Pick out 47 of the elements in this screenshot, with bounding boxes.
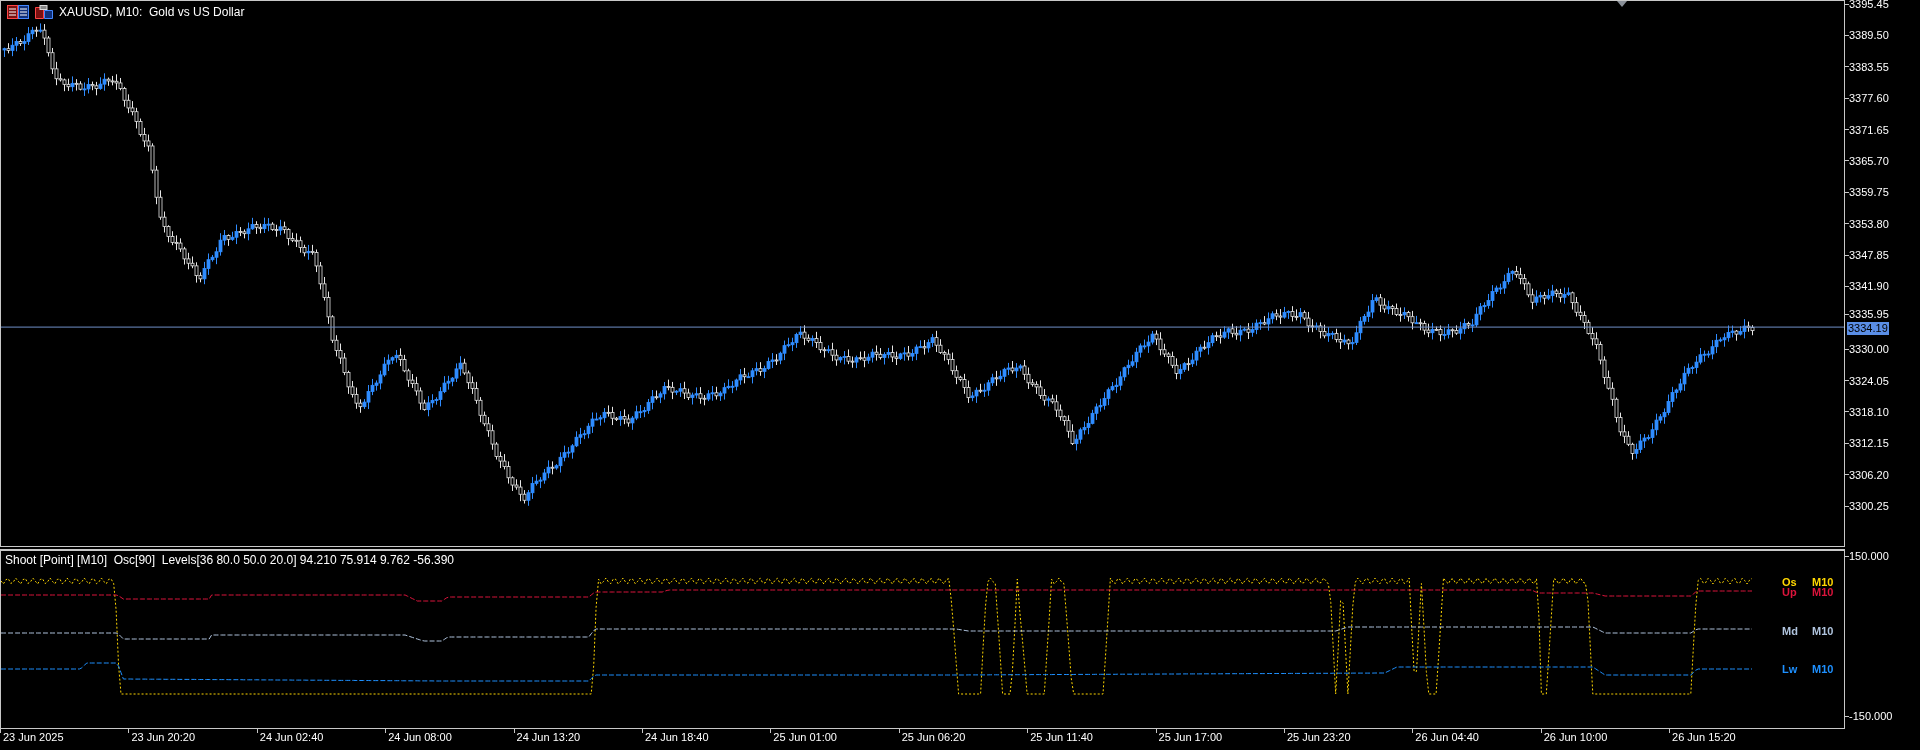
time-label: 23 Jun 20:20: [131, 731, 195, 743]
time-label: 25 Jun 23:20: [1286, 731, 1351, 743]
indicator-axis-label: -150.000: [1849, 710, 1893, 722]
legend-timeframe: M10: [1812, 587, 1834, 598]
price-label: 3347.85: [1849, 249, 1889, 261]
price-label: 3389.50: [1849, 29, 1889, 42]
price-label: 3335.95: [1849, 308, 1889, 321]
time-label: 25 Jun 01:00: [773, 731, 837, 743]
price-label: 3383.55: [1849, 60, 1889, 73]
time-label: 24 Jun 02:40: [259, 731, 324, 743]
price-label: 3353.80: [1849, 217, 1889, 230]
price-label: 3324.05: [1849, 374, 1889, 387]
time-label: 24 Jun 08:00: [388, 731, 452, 743]
sell-buy-icon[interactable]: [7, 5, 29, 19]
time-label: 25 Jun 11:40: [1030, 731, 1093, 743]
legend-label: Lw: [1782, 664, 1799, 675]
legend-timeframe: M10: [1812, 577, 1834, 588]
price-label: 3377.60: [1849, 92, 1889, 105]
time-label: 24 Jun 13:20: [516, 731, 581, 743]
price-label: 3318.10: [1849, 405, 1889, 418]
time-label: 26 Jun 04:40: [1415, 731, 1479, 743]
price-label: 3330.00: [1849, 343, 1889, 356]
price-label: 3300.25: [1849, 500, 1889, 512]
time-label: 23 Jun 2025: [3, 731, 64, 743]
time-label: 25 Jun 17:00: [1158, 731, 1223, 743]
price-label: 3365.70: [1849, 154, 1889, 167]
time-label: 26 Jun 15:20: [1672, 731, 1736, 743]
time-label: 26 Jun 10:00: [1543, 731, 1608, 743]
legend-label: Os: [1782, 577, 1798, 588]
time-label: 24 Jun 18:40: [644, 731, 709, 743]
price-label: 3341.90: [1849, 280, 1889, 293]
depth-icon[interactable]: [35, 5, 53, 19]
legend-label: Md: [1782, 626, 1799, 637]
indicator-axis-label: 150.000: [1849, 550, 1889, 562]
legend-timeframe: M10: [1812, 664, 1834, 675]
price-label: 3306.20: [1849, 468, 1889, 481]
price-label: 3359.75: [1849, 186, 1889, 199]
price-label: 3395.45: [1849, 0, 1889, 10]
chart-title: XAUUSD, M10: Gold vs US Dollar: [59, 6, 245, 18]
legend-label: Up: [1782, 587, 1798, 598]
indicator-title: Shoot [Point] [M10] Osc[90] Levels[36 80.0 50.0 20.0] 94.210 75.914 9.762 -56.390: [5, 554, 454, 566]
price-label: 3312.15: [1849, 437, 1889, 450]
time-label: 25 Jun 06:20: [901, 731, 966, 743]
shift-marker-icon[interactable]: [1617, 1, 1627, 7]
current-price-label: 3334.19: [1847, 322, 1889, 336]
price-label: 3371.65: [1849, 123, 1889, 136]
legend-timeframe: M10: [1812, 626, 1834, 637]
